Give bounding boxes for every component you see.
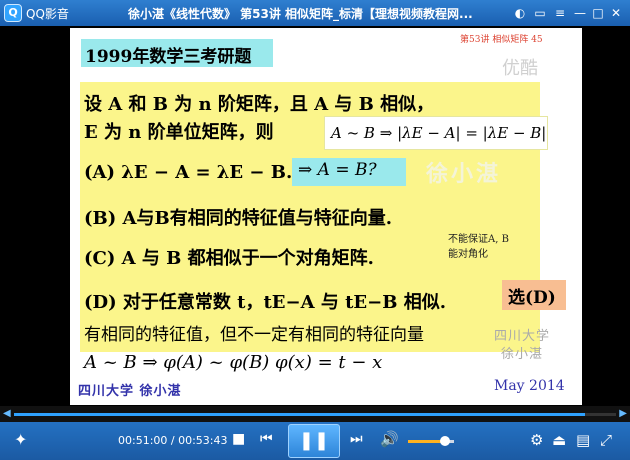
- volume-knob[interactable]: [439, 436, 450, 446]
- eigen-remark: 有相同的特征值，但不一定有相同的特征向量: [84, 325, 424, 345]
- settings-icon[interactable]: ⚙: [530, 431, 543, 449]
- maximize-button[interactable]: □: [588, 4, 608, 22]
- progress-fill: [14, 413, 586, 416]
- seek-back-icon[interactable]: ◀: [3, 408, 11, 419]
- volume-slider[interactable]: [408, 436, 454, 446]
- app-name[interactable]: QQ影音: [26, 5, 69, 22]
- window-title: 徐小湛《线性代数》 第53讲 相似矩阵_标清【理想视频教程网...: [128, 7, 473, 21]
- progress-area: ◀ ▶: [0, 406, 630, 422]
- phi-formula: A ~ B ⇒ φ(A) ~ φ(B) φ(x) = t − x: [84, 352, 383, 373]
- slide-footer-author: 四川大学 徐小湛: [78, 384, 182, 399]
- question-line-2: E 为 n 阶单位矩阵，则: [84, 122, 274, 143]
- youku-watermark: 优酷: [502, 58, 538, 79]
- univ-right-line-1: 四川大学: [494, 329, 551, 344]
- similarity-conclusion: A ~ B ⇒ |λE − A| = |λE − B|: [324, 116, 548, 150]
- skin-icon[interactable]: ◐: [510, 4, 530, 22]
- univ-right-line-2: 徐小湛: [501, 347, 544, 362]
- diagonalization-note: 不能保证A, B 能对角化: [448, 232, 509, 262]
- question-line-1: 设 A 和 B 为 n 阶矩阵，且 A 与 B 相似，: [84, 94, 435, 115]
- progress-track[interactable]: [14, 413, 616, 416]
- minimize-button[interactable]: —: [570, 4, 590, 22]
- slide-page-header: 第53讲 相似矩阵 45: [460, 35, 543, 45]
- title-bar: Q QQ影音 徐小湛《线性代数》 第53讲 相似矩阵_标清【理想视频教程网...…: [0, 0, 630, 26]
- exam-title: 1999年数学三考研题: [81, 39, 273, 67]
- seek-forward-icon[interactable]: ▶: [619, 408, 627, 419]
- option-a-implication: ⇒ A = B?: [292, 158, 406, 186]
- volume-icon[interactable]: 🔊: [380, 430, 399, 448]
- option-a: (A) λE − A = λE − B.: [84, 162, 293, 183]
- control-bar: ✦ 00:51:00 / 00:53:43 ■ ⏮ ❚❚ ⏭ 🔊 ⚙ ⏏ ▤ ⤢: [0, 422, 630, 460]
- option-d: (D) 对于任意常数 t，tE−A 与 tE−B 相似.: [84, 292, 446, 313]
- menu-icon[interactable]: ≡: [550, 4, 570, 22]
- pause-button[interactable]: ❚❚: [288, 424, 340, 458]
- note-line-2: 能对角化: [448, 249, 488, 260]
- previous-button[interactable]: ⏮: [260, 431, 273, 447]
- slide-footer-date: May 2014: [494, 378, 565, 394]
- tool-icon[interactable]: ▭: [530, 4, 550, 22]
- next-button[interactable]: ⏭: [350, 431, 363, 447]
- eject-icon[interactable]: ⏏: [552, 431, 566, 449]
- answer-box: 选(D): [502, 280, 566, 310]
- video-area[interactable]: 第53讲 相似矩阵 45 优酷 1999年数学三考研题 设 A 和 B 为 n …: [4, 26, 626, 406]
- fullscreen-icon[interactable]: ⤢: [600, 431, 612, 449]
- qq-player-logo-icon[interactable]: Q: [4, 4, 22, 22]
- accessibility-icon[interactable]: ✦: [14, 430, 27, 449]
- time-display: 00:51:00 / 00:53:43: [118, 434, 228, 447]
- note-line-1: 不能保证A, B: [448, 234, 509, 245]
- stop-button[interactable]: ■: [232, 431, 245, 447]
- playlist-icon[interactable]: ▤: [576, 431, 590, 449]
- option-b: (B) A与B有相同的特征值与特征向量.: [84, 208, 392, 229]
- close-button[interactable]: ✕: [606, 4, 626, 22]
- option-c: (C) A 与 B 都相似于一个对角矩阵.: [84, 248, 374, 269]
- university-watermark: 四川大学 徐小湛: [494, 328, 550, 364]
- author-watermark: 徐小湛: [426, 162, 502, 187]
- lecture-slide: 第53讲 相似矩阵 45 优酷 1999年数学三考研题 设 A 和 B 为 n …: [70, 28, 582, 405]
